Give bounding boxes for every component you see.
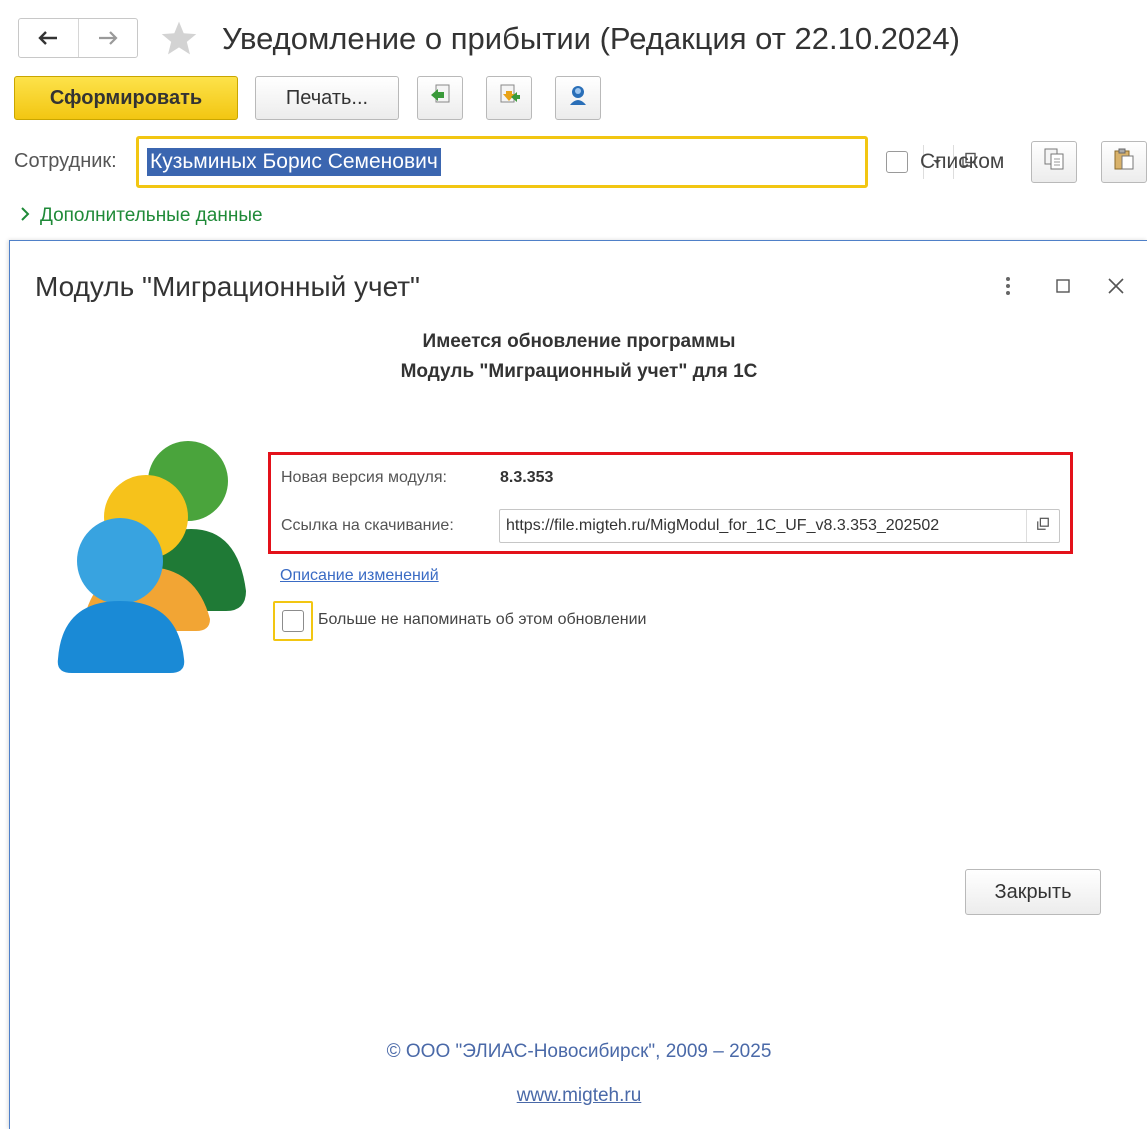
- chevron-right-icon: [20, 205, 30, 227]
- globe-user-icon: [566, 83, 590, 113]
- forward-button[interactable]: [77, 19, 138, 57]
- download-link-value: https://file.migteh.ru/MigModul_for_1C_U…: [506, 517, 940, 534]
- favorite-star-icon[interactable]: [160, 20, 198, 61]
- checkbox-square: [282, 610, 304, 632]
- website-link[interactable]: www.migteh.ru: [517, 1085, 642, 1106]
- import-document-icon: [497, 83, 521, 113]
- close-button[interactable]: Закрыть: [965, 869, 1101, 915]
- update-heading-line1: Имеется обновление программы: [422, 331, 736, 352]
- copy-icon: [1043, 147, 1065, 177]
- list-checkbox[interactable]: [886, 151, 908, 173]
- download-link-label: Ссылка на скачивание:: [281, 517, 454, 534]
- generate-button[interactable]: Сформировать: [14, 76, 238, 120]
- nav-buttons: [18, 18, 138, 58]
- update-dialog: Модуль "Миграционный учет" Имеется обнов…: [9, 240, 1147, 1129]
- new-version-label: Новая версия модуля:: [281, 469, 447, 486]
- form-title: Уведомление о прибытии (Редакция от 22.1…: [222, 21, 960, 56]
- close-icon: [1107, 277, 1125, 300]
- paste-button[interactable]: [1101, 141, 1147, 183]
- maximize-icon: [1056, 278, 1070, 298]
- dialog-close-button[interactable]: [1103, 275, 1129, 301]
- send-button[interactable]: [555, 76, 601, 120]
- update-heading-line2: Модуль "Миграционный учет" для 1С: [400, 361, 758, 382]
- additional-data-toggle[interactable]: Дополнительные данные: [20, 205, 263, 227]
- copy-button[interactable]: [1031, 141, 1077, 183]
- dialog-menu-button[interactable]: [995, 275, 1021, 301]
- update-info-box: Новая версия модуля: 8.3.353 Ссылка на с…: [268, 452, 1073, 554]
- website-link-row: www.migteh.ru: [10, 1085, 1147, 1107]
- dialog-title: Модуль "Миграционный учет": [35, 271, 420, 302]
- employee-label: Сотрудник:: [14, 150, 117, 172]
- import-button[interactable]: [486, 76, 532, 120]
- open-window-icon: [1036, 517, 1050, 536]
- new-version-value: 8.3.353: [500, 469, 554, 486]
- changes-description-link[interactable]: Описание изменений: [280, 567, 439, 585]
- users-group-logo-icon: [46, 441, 246, 678]
- arrow-left-icon: [37, 30, 59, 46]
- download-link-field[interactable]: https://file.migteh.ru/MigModul_for_1C_U…: [499, 509, 1060, 543]
- dont-remind-checkbox[interactable]: [273, 601, 313, 641]
- back-button[interactable]: [19, 19, 78, 57]
- additional-data-label: Дополнительные данные: [40, 205, 263, 226]
- arrow-right-icon: [97, 30, 119, 46]
- print-button[interactable]: Печать...: [255, 76, 399, 120]
- download-link-open-button[interactable]: [1026, 510, 1059, 542]
- employee-field[interactable]: Кузьминых Борис Семенович: [136, 136, 976, 188]
- dont-remind-label: Больше не напоминать об этом обновлении: [318, 611, 647, 628]
- more-vertical-icon: [1005, 276, 1011, 301]
- paste-clipboard-icon: [1113, 147, 1135, 177]
- list-checkbox-label: Списком: [920, 150, 1005, 173]
- export-button[interactable]: [417, 76, 463, 120]
- employee-value: Кузьминых Борис Семенович: [147, 148, 441, 176]
- copyright-text: © ООО "ЭЛИАС-Новосибирск", 2009 – 2025: [386, 1041, 772, 1062]
- dialog-maximize-button[interactable]: [1050, 275, 1076, 301]
- export-arrow-icon: [428, 83, 452, 113]
